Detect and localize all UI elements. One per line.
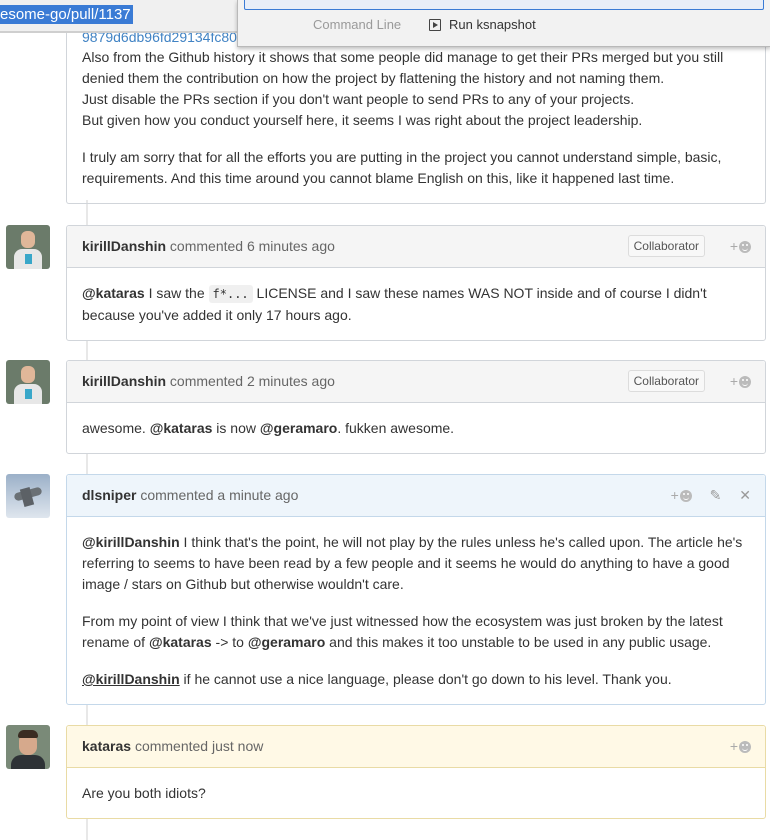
add-reaction-button[interactable]: + — [671, 487, 692, 503]
comment: kirillDanshin commented 6 minutes ago Co… — [66, 225, 766, 341]
url-text[interactable]: esome-go/pull/1137 — [0, 5, 133, 24]
text-line: Just disable the PRs section if you don'… — [82, 91, 635, 107]
comment-header: kataras commented just now + — [67, 726, 765, 768]
comment-header: dlsniper commented a minute ago + ✎ ✕ — [67, 475, 765, 517]
smiley-icon — [739, 241, 751, 253]
pencil-icon[interactable]: ✎ — [710, 487, 722, 503]
play-icon — [429, 19, 441, 31]
text-paragraph: I truly am sorry that for all the effort… — [82, 149, 722, 186]
smiley-icon — [739, 741, 751, 753]
author-link[interactable]: kirillDanshin — [82, 373, 166, 389]
comment-header: kirillDanshin commented 2 minutes ago Co… — [67, 361, 765, 403]
url-bar[interactable]: esome-go/pull/1137 — [0, 0, 240, 33]
comment: kataras commented just now + Are you bot… — [66, 725, 766, 819]
user-mention[interactable]: @kirillDanshin — [82, 534, 180, 550]
avatar[interactable] — [6, 225, 50, 269]
section-label: Command Line — [313, 17, 402, 32]
selected-result[interactable] — [244, 0, 764, 10]
author-link[interactable]: kirillDanshin — [82, 238, 166, 254]
timestamp[interactable]: 6 minutes ago — [247, 238, 335, 254]
user-mention[interactable]: @kataras — [150, 420, 213, 436]
add-reaction-button[interactable]: + — [730, 238, 751, 254]
run-command-item[interactable]: Run ksnapshot — [449, 17, 536, 32]
smiley-icon — [739, 376, 751, 388]
avatar[interactable] — [6, 725, 50, 769]
user-mention[interactable]: @kataras — [82, 285, 145, 301]
timestamp[interactable]: just now — [212, 738, 263, 754]
add-reaction-button[interactable]: + — [730, 738, 751, 754]
smiley-icon — [679, 490, 692, 502]
user-mention[interactable]: @kataras — [149, 634, 212, 650]
comment-body: @kirillDanshin I think that's the point,… — [82, 534, 743, 687]
user-mention[interactable]: @kirillDanshin — [82, 671, 180, 687]
author-link[interactable]: kataras — [82, 738, 131, 754]
user-mention[interactable]: @geramaro — [248, 634, 325, 650]
collaborator-badge: Collaborator — [627, 235, 705, 257]
previous-comment-text: Also from the Github history it shows th… — [82, 47, 752, 189]
timestamp[interactable]: 2 minutes ago — [247, 373, 335, 389]
comment-body: @kataras I saw the f*... LICENSE and I s… — [82, 285, 707, 323]
comment-text: Are you both idiots? — [82, 785, 206, 801]
user-mention[interactable]: @geramaro — [260, 420, 337, 436]
comment-body: Are you both idiots? — [67, 768, 765, 818]
collaborator-badge: Collaborator — [627, 370, 705, 392]
close-icon[interactable]: ✕ — [739, 487, 751, 503]
comment-body: awesome. @kataras is now @geramaro. fukk… — [82, 420, 455, 436]
comment: kirillDanshin commented 2 minutes ago Co… — [66, 360, 766, 454]
author-link[interactable]: dlsniper — [82, 487, 136, 503]
timestamp[interactable]: a minute ago — [217, 487, 298, 503]
text-line: But given how you conduct yourself here,… — [82, 112, 643, 128]
comment-header: kirillDanshin commented 6 minutes ago Co… — [67, 226, 765, 268]
text-line: Also from the Github history it shows th… — [82, 49, 724, 86]
add-reaction-button[interactable]: + — [730, 373, 751, 389]
app-launcher-popup: Command Line Run ksnapshot — [237, 0, 770, 47]
avatar[interactable] — [6, 360, 50, 404]
avatar[interactable] — [6, 474, 50, 518]
inline-code: f*... — [208, 285, 253, 303]
comment: dlsniper commented a minute ago + ✎ ✕ @k… — [66, 474, 766, 705]
